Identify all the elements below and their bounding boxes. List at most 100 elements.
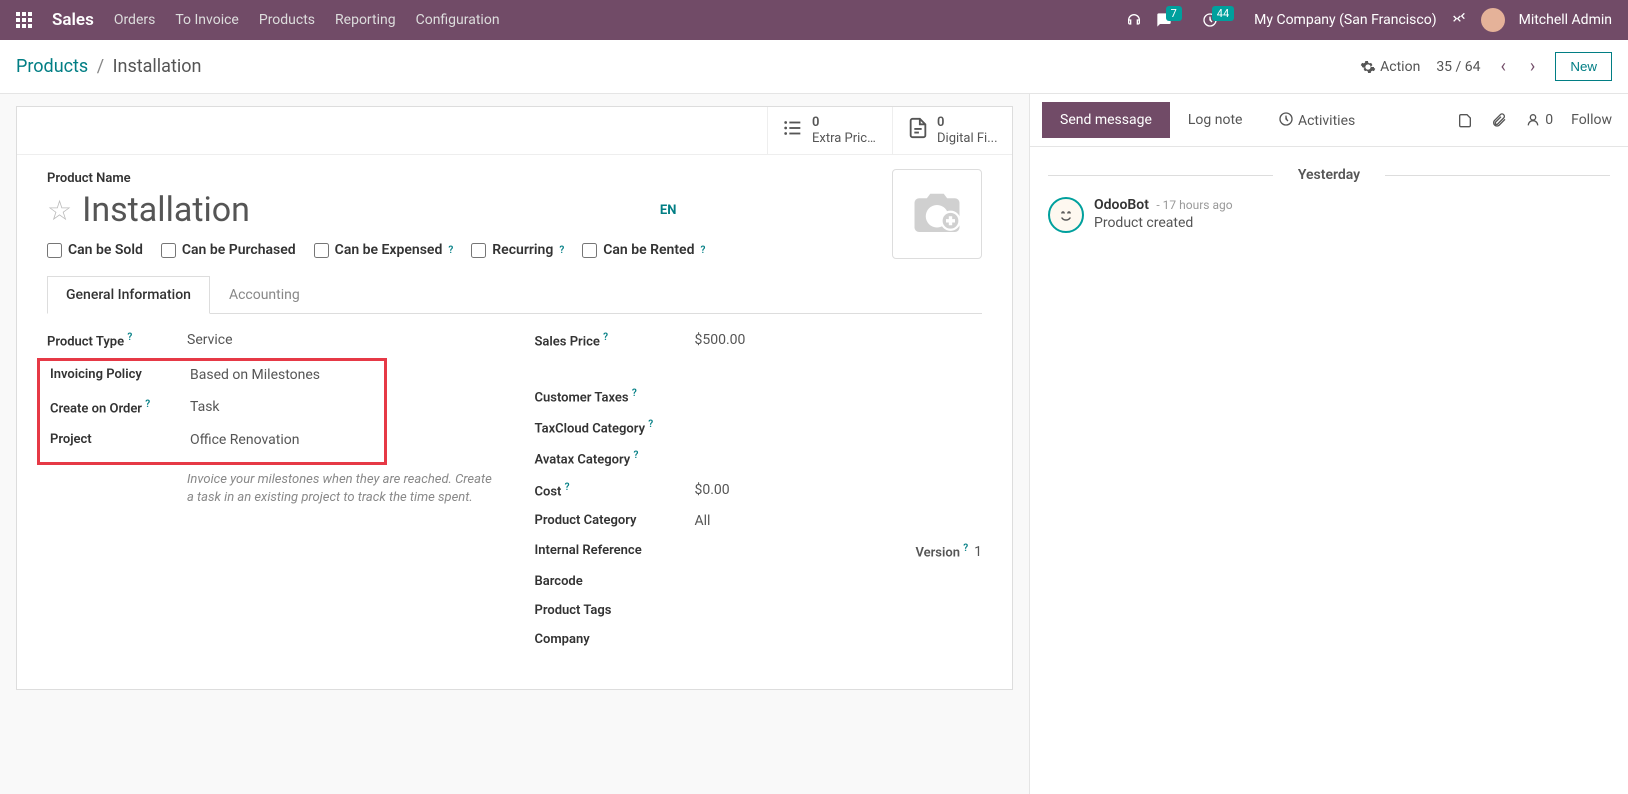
breadcrumb-products[interactable]: Products [16,56,88,77]
product-name-label: Product Name [47,171,982,186]
label-avatax-category: Avatax Category ? [535,450,695,467]
value-create-on-order[interactable]: Task [190,399,384,415]
nav-reporting[interactable]: Reporting [335,12,396,28]
label-taxcloud-category: TaxCloud Category ? [535,419,695,436]
breadcrumb-separator: / [97,56,104,77]
label-barcode: Barcode [535,574,695,589]
value-invoicing-policy[interactable]: Based on Milestones [190,367,384,383]
label-invoicing-policy: Invoicing Policy [50,367,190,382]
action-label: Action [1380,59,1420,75]
activities-badge: 44 [1212,6,1234,21]
apps-icon[interactable] [16,12,32,28]
user-avatar[interactable] [1481,8,1505,32]
tab-accounting[interactable]: Accounting [210,276,319,313]
label-product-type: Product Type ? [47,332,187,349]
breadcrumb: Products / Installation [16,56,201,77]
debug-icon[interactable] [1451,12,1467,28]
help-icon[interactable]: ? [145,399,150,410]
invoicing-hint: Invoice your milestones when they are re… [187,471,495,507]
message-body: Product created [1094,215,1233,231]
value-version[interactable]: 1 [974,544,982,560]
chatter-message: OdooBot - 17 hours ago Product created [1048,197,1610,233]
paperclip-icon[interactable] [1491,112,1507,128]
value-sales-price[interactable]: $500.00 [695,332,983,348]
form-sheet: 0 Extra Prices 0 Digital Fi... [16,106,1013,690]
list-icon [782,117,804,144]
label-cost: Cost ? [535,482,695,499]
product-name[interactable]: Installation [82,190,250,230]
label-project: Project [50,432,190,447]
file-icon [907,117,929,144]
stat-extra-prices-count: 0 [812,115,878,131]
label-product-category: Product Category [535,513,695,528]
message-time: - 17 hours ago [1156,198,1232,212]
label-internal-reference: Internal Reference [535,543,695,558]
gear-icon [1360,59,1376,75]
pager-next-icon[interactable]: › [1526,56,1539,77]
messages-badge: 7 [1166,6,1182,21]
new-button[interactable]: New [1555,52,1612,81]
nav-configuration[interactable]: Configuration [416,12,500,28]
label-company: Company [535,632,695,647]
tab-general-information[interactable]: General Information [47,276,210,314]
checkbox-recurring[interactable]: Recurring? [471,242,564,258]
support-icon[interactable] [1126,12,1142,28]
breadcrumb-current: Installation [113,56,202,77]
help-icon[interactable]: ? [448,245,453,256]
help-icon[interactable]: ? [700,245,705,256]
nav-products[interactable]: Products [259,12,315,28]
label-version: Version ? [915,543,968,560]
activities-button[interactable]: Activities [1260,97,1373,143]
help-icon[interactable]: ? [634,450,639,461]
stat-digital-files[interactable]: 0 Digital Fi... [892,107,1012,154]
value-product-type[interactable]: Service [187,332,495,348]
label-sales-price: Sales Price ? [535,332,695,349]
stat-digital-files-count: 0 [937,115,998,131]
value-project[interactable]: Office Renovation [190,432,384,448]
stat-digital-files-label: Digital Fi... [937,131,998,147]
favorite-star-icon[interactable]: ☆ [47,194,72,227]
help-icon[interactable]: ? [603,332,608,343]
follow-button[interactable]: Follow [1571,112,1612,128]
help-icon[interactable]: ? [632,388,637,399]
help-icon[interactable]: ? [127,332,132,343]
top-navbar: Sales Orders To Invoice Products Reporti… [0,0,1628,40]
language-badge[interactable]: EN [660,203,677,218]
help-icon[interactable]: ? [565,482,570,493]
send-message-button[interactable]: Send message [1042,102,1170,138]
company-selector[interactable]: My Company (San Francisco) [1254,12,1436,28]
label-product-tags: Product Tags [535,603,695,618]
value-product-category[interactable]: All [695,513,983,529]
attachments-icon[interactable] [1457,112,1473,128]
value-internal-reference[interactable] [695,543,886,560]
stat-extra-prices-label: Extra Prices [812,131,878,147]
followers-button[interactable]: 0 [1525,112,1553,128]
help-icon[interactable]: ? [559,245,564,256]
pager-count[interactable]: 35 / 64 [1436,59,1480,75]
checkbox-can-be-rented[interactable]: Can be Rented? [582,242,705,258]
product-image-placeholder[interactable] [892,169,982,259]
message-author[interactable]: OdooBot [1094,197,1149,213]
nav-brand[interactable]: Sales [52,10,94,30]
help-icon[interactable]: ? [648,419,653,430]
control-bar: Products / Installation Action 35 / 64 ‹… [0,40,1628,94]
value-cost[interactable]: $0.00 [695,482,983,498]
help-icon[interactable]: ? [963,543,968,554]
nav-to-invoice[interactable]: To Invoice [175,12,239,28]
log-note-button[interactable]: Log note [1170,98,1261,142]
stat-extra-prices[interactable]: 0 Extra Prices [767,107,892,154]
chatter-panel: Send message Log note Activities 0 Follo… [1029,94,1628,794]
clock-icon [1278,111,1294,127]
label-customer-taxes: Customer Taxes ? [535,388,695,405]
action-dropdown[interactable]: Action [1360,59,1420,75]
checkbox-can-be-sold[interactable]: Can be Sold [47,242,143,258]
person-icon [1525,112,1541,128]
bot-avatar-icon [1048,197,1084,233]
user-name[interactable]: Mitchell Admin [1519,12,1612,28]
pager-prev-icon[interactable]: ‹ [1497,56,1510,77]
label-create-on-order: Create on Order ? [50,399,190,416]
nav-orders[interactable]: Orders [114,12,156,28]
highlighted-fields: Invoicing Policy Based on Milestones Cre… [37,358,387,465]
checkbox-can-be-purchased[interactable]: Can be Purchased [161,242,296,258]
checkbox-can-be-expensed[interactable]: Can be Expensed? [314,242,454,258]
